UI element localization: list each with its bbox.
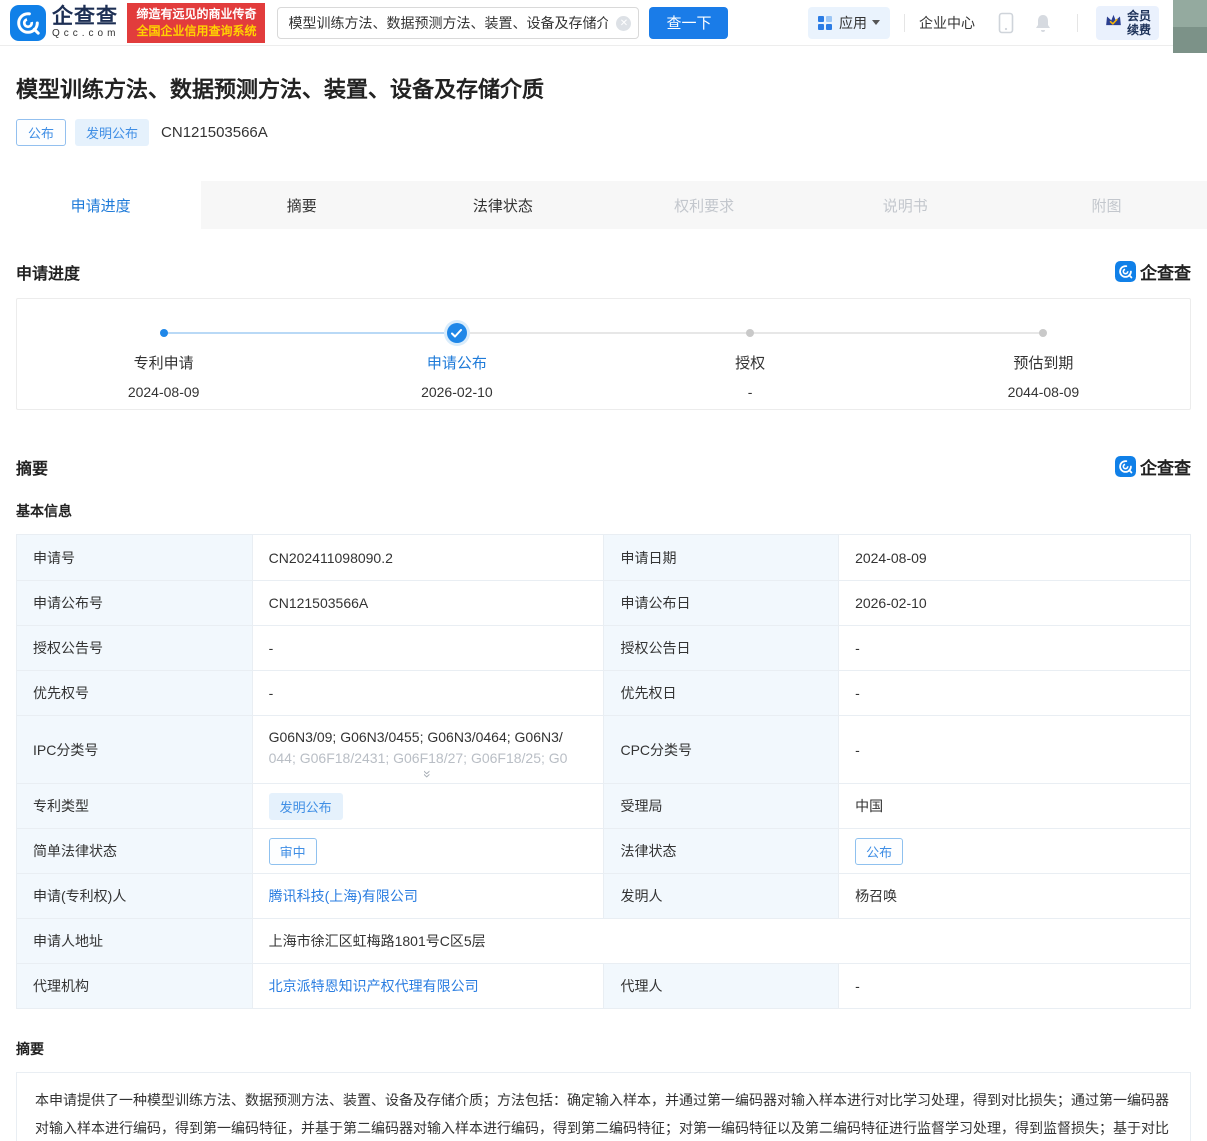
qcc-watermark-label: 企查查 xyxy=(1140,454,1191,479)
tab-legal-status[interactable]: 法律状态 xyxy=(402,181,603,229)
brand-name: 企查查 xyxy=(52,6,119,27)
timeline-segment xyxy=(164,332,457,334)
summary-section-head: 摘要 企查查 xyxy=(0,454,1207,479)
user-avatar[interactable] xyxy=(1173,0,1207,53)
tab-application-progress[interactable]: 申请进度 xyxy=(0,181,201,229)
progress-section-head: 申请进度 企查查 xyxy=(0,259,1207,284)
search-bar: ✕ 查一下 xyxy=(277,7,728,39)
agency-company-link[interactable]: 北京派特恩知识产权代理有限公司 xyxy=(269,976,479,996)
table-row: 优先权号 - 优先权日 - xyxy=(17,670,1190,715)
tab-claims: 权利要求 xyxy=(604,181,805,229)
table-row: 申请公布号 CN121503566A 申请公布日 2026-02-10 xyxy=(17,580,1190,625)
milestone-estimated-expiry: 预估到期 2044-08-09 xyxy=(897,352,1190,400)
milestone-filing: 专利申请 2024-08-09 xyxy=(17,352,310,400)
milestone-dot-pending xyxy=(746,329,754,337)
vip-renew-button[interactable]: 会员 续费 xyxy=(1096,6,1159,40)
brand-domain: Qcc.com xyxy=(52,29,119,39)
milestone-dot-done xyxy=(160,329,168,337)
table-row: 专利类型 发明公布 受理局 中国 xyxy=(17,783,1190,828)
agent-name: - xyxy=(838,964,1190,1008)
divider xyxy=(1077,14,1078,32)
patent-type-badge: 发明公布 xyxy=(75,119,149,146)
milestone-grant: 授权 - xyxy=(604,352,897,400)
table-row: 申请号 CN202411098090.2 申请日期 2024-08-09 xyxy=(17,535,1190,580)
milestone-publication: 申请公布 2026-02-10 xyxy=(310,352,603,400)
table-row: 申请(专利权)人 腾讯科技(上海)有限公司 发明人 杨召唤 xyxy=(17,873,1190,918)
brand-slogan: 缔造有远见的商业传奇 全国企业信用查询系统 xyxy=(127,3,265,43)
tab-description: 说明书 xyxy=(805,181,1006,229)
status-badge: 公布 xyxy=(16,119,66,146)
applicant-address: 上海市徐汇区虹梅路1801号C区5层 xyxy=(252,919,1190,963)
simple-legal-status-badge: 审中 xyxy=(269,838,317,865)
table-row: 申请人地址 上海市徐汇区虹梅路1801号C区5层 xyxy=(17,918,1190,963)
applicant-company-link[interactable]: 腾讯科技(上海)有限公司 xyxy=(269,886,418,906)
slogan-line2: 全国企业信用查询系统 xyxy=(136,23,256,40)
milestone-dot-pending xyxy=(1039,329,1047,337)
qcc-logo[interactable]: 企查查 Qcc.com xyxy=(10,5,119,41)
qcc-watermark: 企查查 xyxy=(1115,454,1191,479)
milestone-check-icon xyxy=(447,323,467,343)
apps-grid-icon xyxy=(818,16,832,30)
patent-type-badge: 发明公布 xyxy=(269,793,343,820)
divider xyxy=(904,14,905,32)
qcc-watermark: 企查查 xyxy=(1115,259,1191,284)
apps-label: 应用 xyxy=(839,13,867,33)
progress-heading: 申请进度 xyxy=(16,260,80,284)
apps-menu-button[interactable]: 应用 xyxy=(808,7,890,39)
patent-header: 模型训练方法、数据预测方法、装置、设备及存储介质 公布 发明公布 CN12150… xyxy=(0,46,1207,146)
search-clear-icon[interactable]: ✕ xyxy=(616,16,631,31)
timeline-segment xyxy=(750,332,1043,334)
inventor-name: 杨召唤 xyxy=(838,874,1190,918)
patent-tags: 公布 发明公布 CN121503566A xyxy=(16,119,1191,146)
qcc-watermark-label: 企查查 xyxy=(1140,259,1191,284)
vip-line1: 会员 xyxy=(1127,9,1151,23)
legal-status-badge: 公布 xyxy=(855,838,903,865)
tab-summary[interactable]: 摘要 xyxy=(201,181,402,229)
tab-drawings: 附图 xyxy=(1006,181,1207,229)
search-button[interactable]: 查一下 xyxy=(649,7,728,39)
table-row: 代理机构 北京派特恩知识产权代理有限公司 代理人 - xyxy=(17,963,1190,1008)
application-timeline: 专利申请 2024-08-09 申请公布 2026-02-10 授权 - 预估到… xyxy=(16,298,1191,410)
summary-heading: 摘要 xyxy=(16,455,48,479)
basic-info-table: 申请号 CN202411098090.2 申请日期 2024-08-09 申请公… xyxy=(16,534,1191,1009)
basic-info-heading: 基本信息 xyxy=(0,501,1207,521)
top-header: 企查查 Qcc.com 缔造有远见的商业传奇 全国企业信用查询系统 ✕ 查一下 … xyxy=(0,0,1207,46)
tab-bar: 申请进度 摘要 法律状态 权利要求 说明书 附图 xyxy=(0,181,1207,229)
notification-bell-icon[interactable] xyxy=(1033,12,1053,34)
expand-chevron-icon[interactable]: » xyxy=(269,769,588,779)
header-nav: 应用 企业中心 会员 续费 xyxy=(808,6,1207,40)
caret-down-icon xyxy=(872,20,880,25)
slogan-line1: 缔造有远见的商业传奇 xyxy=(136,6,256,23)
vip-line2: 续费 xyxy=(1127,23,1151,37)
mobile-app-icon[interactable] xyxy=(997,12,1015,34)
page-title: 模型训练方法、数据预测方法、装置、设备及存储介质 xyxy=(16,72,1191,104)
search-input[interactable] xyxy=(277,7,639,39)
publication-number: CN121503566A xyxy=(161,124,268,141)
ipc-value: G06N3/09; G06N3/0455; G06N3/0464; G06N3/… xyxy=(252,716,604,783)
timeline-segment xyxy=(457,332,750,334)
vip-badge-icon xyxy=(1104,11,1123,34)
abstract-text: 本申请提供了一种模型训练方法、数据预测方法、装置、设备及存储介质；方法包括：确定… xyxy=(16,1072,1191,1141)
enterprise-center-link[interactable]: 企业中心 xyxy=(919,13,975,33)
page: 企查查 Qcc.com 缔造有远见的商业传奇 全国企业信用查询系统 ✕ 查一下 … xyxy=(0,0,1207,1141)
qcc-logo-icon xyxy=(10,5,46,41)
abstract-heading: 摘要 xyxy=(0,1039,1207,1059)
table-row: 授权公告号 - 授权公告日 - xyxy=(17,625,1190,670)
table-row: 简单法律状态 审中 法律状态 公布 xyxy=(17,828,1190,873)
table-row-ipc: IPC分类号 G06N3/09; G06N3/0455; G06N3/0464;… xyxy=(17,715,1190,783)
